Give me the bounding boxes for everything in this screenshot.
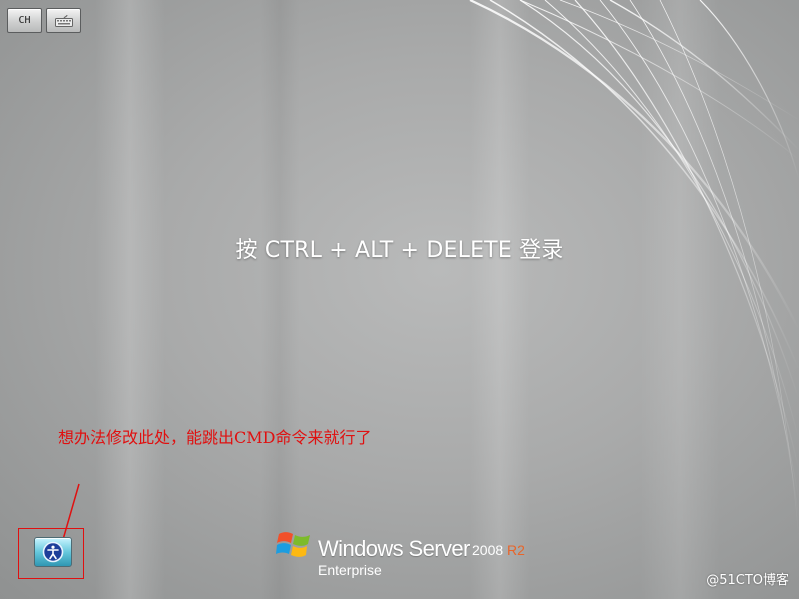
watermark: @51CTO博客 (706, 573, 789, 588)
background-light-column (470, 0, 530, 599)
on-screen-keyboard-button[interactable] (46, 8, 81, 33)
ease-of-access-icon (42, 541, 64, 563)
release-label: R2 (507, 542, 525, 558)
product-edition: Enterprise (318, 562, 382, 578)
product-name: Windows Server (318, 536, 470, 561)
background-light-column (95, 0, 165, 599)
keyboard-icon (54, 14, 73, 27)
language-button[interactable]: CH (7, 8, 42, 33)
annotation-text: 想办法修改此处，能跳出CMD命令来就行了 (58, 428, 372, 447)
annotation-arrow (58, 483, 80, 551)
ease-of-access-button[interactable] (34, 537, 72, 567)
windows-logo-icon (276, 532, 310, 557)
language-label: CH (18, 15, 31, 26)
product-version: 2008 R2 (472, 542, 525, 558)
background-light-column (260, 0, 300, 599)
background-swoosh (469, 0, 799, 541)
background-light-column (640, 0, 720, 599)
ctrl-alt-delete-prompt: 按 CTRL + ALT + DELETE 登录 (235, 238, 564, 263)
version-number: 2008 (472, 542, 504, 558)
